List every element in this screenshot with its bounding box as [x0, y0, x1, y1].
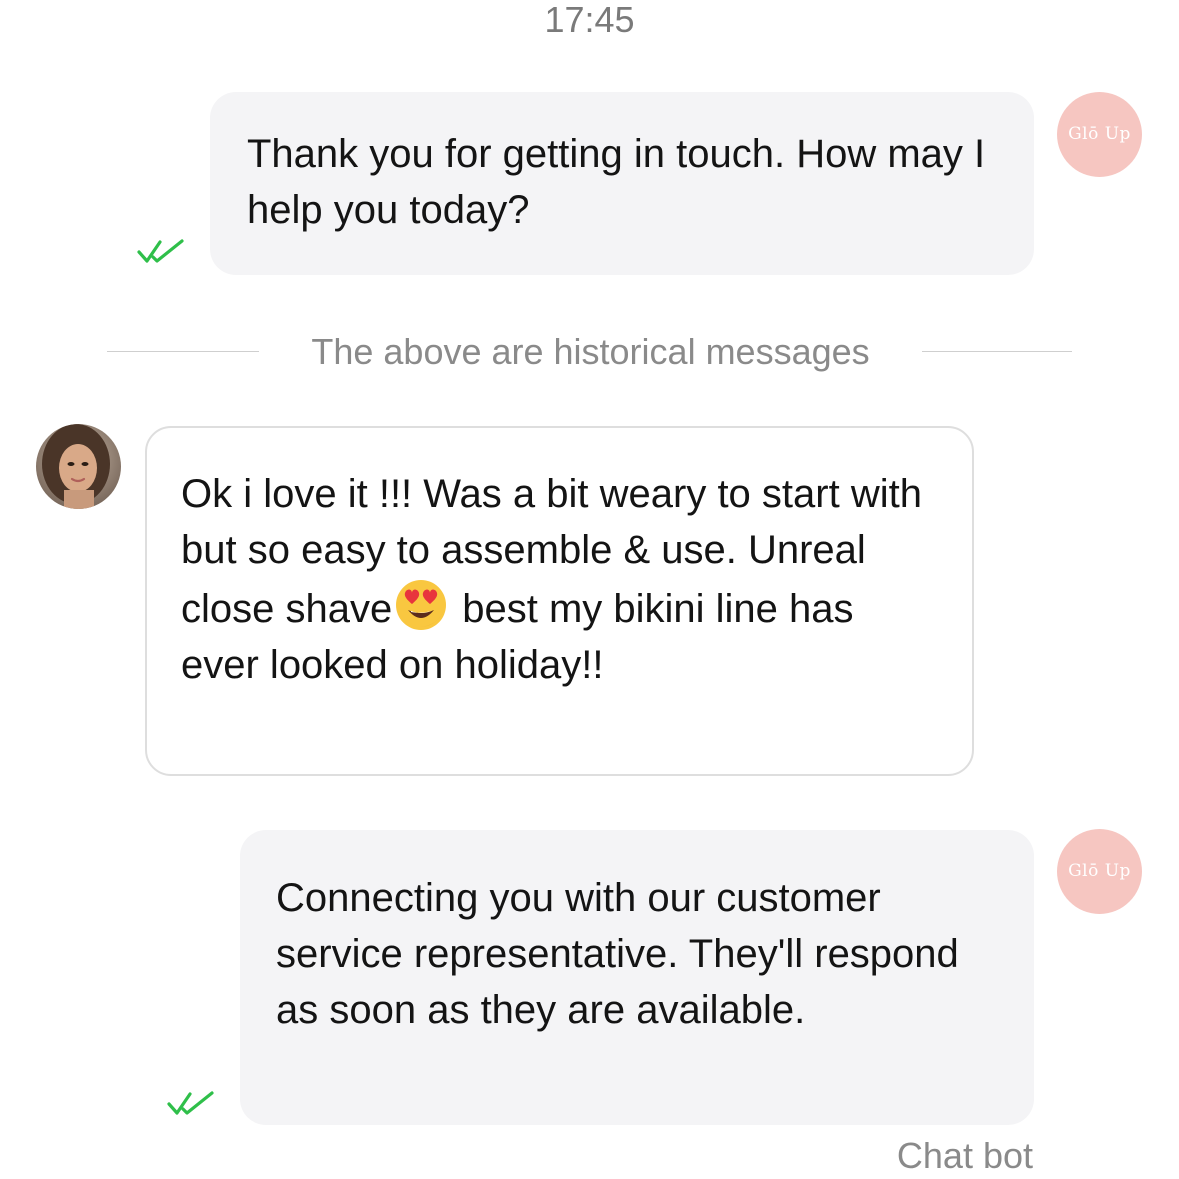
double-check-icon — [137, 239, 184, 263]
message-text: Connecting you with our customer service… — [276, 876, 959, 1032]
brand-avatar[interactable]: Glō Up — [1057, 829, 1142, 914]
history-divider-label: The above are historical messages — [311, 331, 870, 372]
divider-line-right — [922, 351, 1072, 352]
brand-avatar[interactable]: Glō Up — [1057, 92, 1142, 177]
heart-eyes-emoji-icon — [396, 580, 447, 630]
message-text: Thank you for getting in touch. How may … — [247, 132, 986, 232]
message-bubble-outgoing[interactable]: Connecting you with our customer service… — [240, 830, 1034, 1125]
divider-line-left — [107, 351, 259, 352]
user-photo — [36, 424, 121, 509]
double-check-icon — [167, 1091, 214, 1115]
sender-label: Chat bot — [896, 1135, 1033, 1176]
message-timestamp: 17:45 — [544, 0, 635, 40]
brand-avatar-text: Glō Up — [1068, 861, 1131, 881]
message-bubble-outgoing[interactable]: Thank you for getting in touch. How may … — [210, 92, 1034, 275]
user-avatar[interactable] — [36, 424, 121, 509]
brand-avatar-text: Glō Up — [1068, 124, 1131, 144]
message-bubble-incoming[interactable]: Ok i love it !!! Was a bit weary to star… — [145, 426, 974, 776]
